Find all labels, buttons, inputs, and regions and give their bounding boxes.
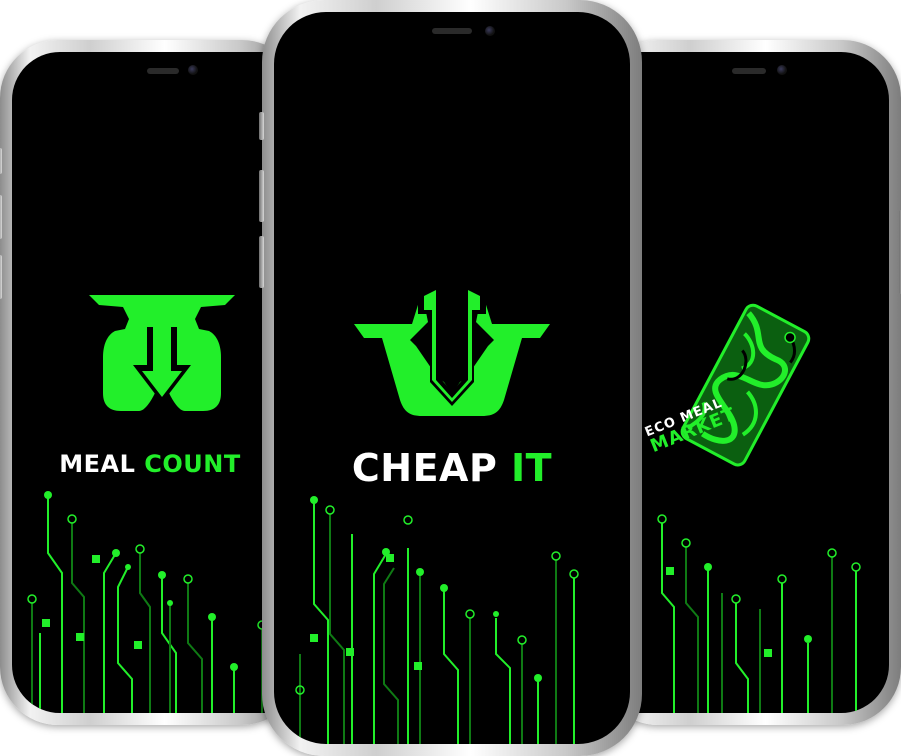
- volume-up-button: [0, 195, 2, 239]
- circuit-decoration: [619, 514, 861, 713]
- earpiece-speaker: [432, 28, 472, 34]
- volume-down-button: [0, 255, 2, 299]
- app-name-part2: COUNT: [144, 450, 241, 478]
- scale-arrow-icon: [89, 295, 235, 411]
- silent-switch: [0, 148, 2, 174]
- basket-arrow-icon: [354, 284, 550, 416]
- app-name-cheap-it: CHEAP IT: [274, 446, 630, 490]
- app-name-part2: IT: [511, 446, 553, 490]
- phone-left-screen: MEAL COUNT: [12, 52, 288, 713]
- earpiece-speaker: [147, 68, 179, 74]
- phone-right-screen: ECO MEAL MARKET: [612, 52, 889, 713]
- earpiece-speaker: [732, 68, 766, 74]
- volume-up-button: [259, 170, 264, 222]
- phone-center: CHEAP IT: [259, 0, 642, 756]
- circuit-decoration: [27, 491, 267, 713]
- circuit-decoration: [295, 496, 579, 744]
- silent-switch: [259, 112, 264, 140]
- phone-center-screen: CHEAP IT: [274, 12, 630, 744]
- front-camera: [188, 65, 198, 75]
- front-camera: [485, 26, 495, 36]
- app-name-part1: MEAL: [59, 450, 136, 478]
- volume-down-button: [259, 236, 264, 288]
- phone-right: ECO MEAL MARKET: [600, 40, 901, 725]
- front-camera: [777, 65, 787, 75]
- app-name-part1: CHEAP: [351, 446, 498, 490]
- app-name-meal-count: MEAL COUNT: [12, 450, 288, 478]
- phone-left: MEAL COUNT: [0, 40, 300, 725]
